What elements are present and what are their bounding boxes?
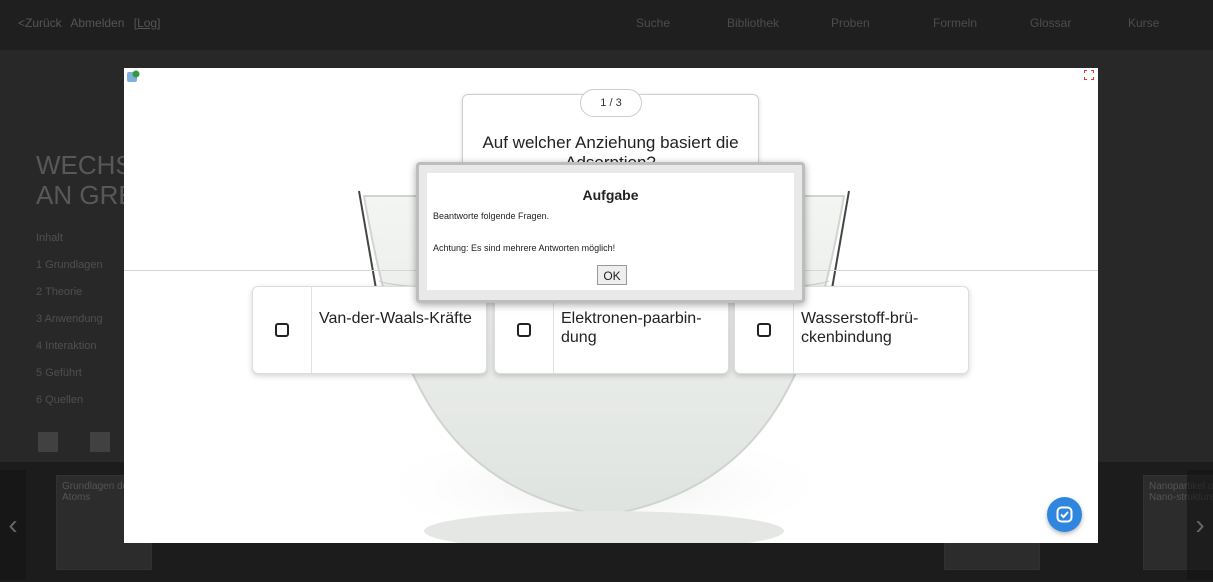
checkbox-icon[interactable]: [757, 323, 771, 337]
dialog-warning: Achtung: Es sind mehrere Antworten mögli…: [433, 243, 616, 253]
check-badge-icon: [1056, 506, 1073, 523]
dialog-instruction: Beantworte folgende Fragen.: [433, 211, 550, 221]
ok-button[interactable]: OK: [597, 265, 627, 285]
checkbox-cell[interactable]: [253, 287, 312, 373]
checkbox-icon[interactable]: [275, 323, 289, 337]
carousel-left-arrow[interactable]: ‹: [0, 470, 26, 580]
dialog-body: Aufgabe Beantworte folgende Fragen. Acht…: [427, 173, 794, 290]
expand-icon[interactable]: [1084, 70, 1094, 83]
submit-button[interactable]: [1047, 497, 1082, 532]
help-icon[interactable]: [126, 70, 140, 87]
answer-label: Wasserstoff-brü-ckenbindung: [801, 310, 919, 346]
quiz-modal: 1 / 3 Auf welcher Anziehung basiert die …: [124, 68, 1098, 543]
answer-label: Van-der-Waals-Kräfte: [319, 310, 472, 327]
answer-label: Elektronen-paarbin-dung: [561, 310, 702, 346]
checkbox-icon[interactable]: [517, 323, 531, 337]
task-dialog: Aufgabe Beantworte folgende Fragen. Acht…: [416, 162, 805, 303]
carousel-right-arrow[interactable]: ›: [1187, 470, 1213, 580]
dialog-title: Aufgabe: [582, 187, 639, 203]
question-counter: 1 / 3: [580, 89, 642, 117]
